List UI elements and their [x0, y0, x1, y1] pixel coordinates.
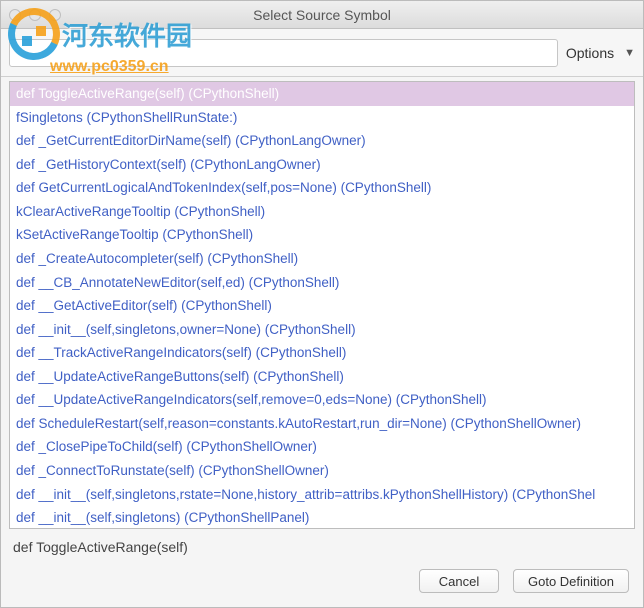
search-input[interactable] — [9, 39, 558, 67]
list-item[interactable]: kSetActiveRangeTooltip (CPythonShell) — [10, 223, 634, 247]
list-item[interactable]: def _ConnectToRunstate(self) (CPythonShe… — [10, 459, 634, 483]
window-title: Select Source Symbol — [1, 7, 643, 23]
list-item[interactable]: def GetCurrentLogicalAndTokenIndex(self,… — [10, 176, 634, 200]
list-item[interactable]: def __TrackActiveRangeIndicators(self) (… — [10, 341, 634, 365]
button-row: Cancel Goto Definition — [1, 561, 643, 607]
list-item[interactable]: def _GetHistoryContext(self) (CPythonLan… — [10, 153, 634, 177]
list-item[interactable]: def __CB_AnnotateNewEditor(self,ed) (CPy… — [10, 271, 634, 295]
options-label[interactable]: Options — [566, 45, 614, 61]
horizontal-scrollbar[interactable] — [10, 528, 634, 529]
list-item[interactable]: def __init__(self,singletons,owner=None)… — [10, 318, 634, 342]
list-item[interactable]: def _ClosePipeToChild(self) (CPythonShel… — [10, 435, 634, 459]
list-item[interactable]: def __UpdateActiveRangeIndicators(self,r… — [10, 388, 634, 412]
dialog-window: Select Source Symbol Options ▼ def Toggl… — [0, 0, 644, 608]
list-item[interactable]: def ToggleActiveRange(self) (CPythonShel… — [10, 82, 634, 106]
search-bar: Options ▼ — [1, 29, 643, 77]
selection-display: def ToggleActiveRange(self) — [1, 529, 643, 561]
chevron-down-icon[interactable]: ▼ — [624, 47, 635, 59]
list-item[interactable]: def _CreateAutocompleter(self) (CPythonS… — [10, 247, 634, 271]
list-item[interactable]: kClearActiveRangeTooltip (CPythonShell) — [10, 200, 634, 224]
list-item[interactable]: def _GetCurrentEditorDirName(self) (CPyt… — [10, 129, 634, 153]
list-item[interactable]: def __init__(self,singletons,rstate=None… — [10, 483, 634, 507]
symbol-list: def ToggleActiveRange(self) (CPythonShel… — [9, 81, 635, 529]
list-item[interactable]: def ScheduleRestart(self,reason=constant… — [10, 412, 634, 436]
symbol-list-scroll[interactable]: def ToggleActiveRange(self) (CPythonShel… — [10, 82, 634, 528]
list-item[interactable]: def __UpdateActiveRangeButtons(self) (CP… — [10, 365, 634, 389]
cancel-button[interactable]: Cancel — [419, 569, 499, 593]
list-item[interactable]: fSingletons (CPythonShellRunState:) — [10, 106, 634, 130]
list-item[interactable]: def __init__(self,singletons) (CPythonSh… — [10, 506, 634, 528]
goto-definition-button[interactable]: Goto Definition — [513, 569, 629, 593]
titlebar: Select Source Symbol — [1, 1, 643, 29]
list-item[interactable]: def __GetActiveEditor(self) (CPythonShel… — [10, 294, 634, 318]
